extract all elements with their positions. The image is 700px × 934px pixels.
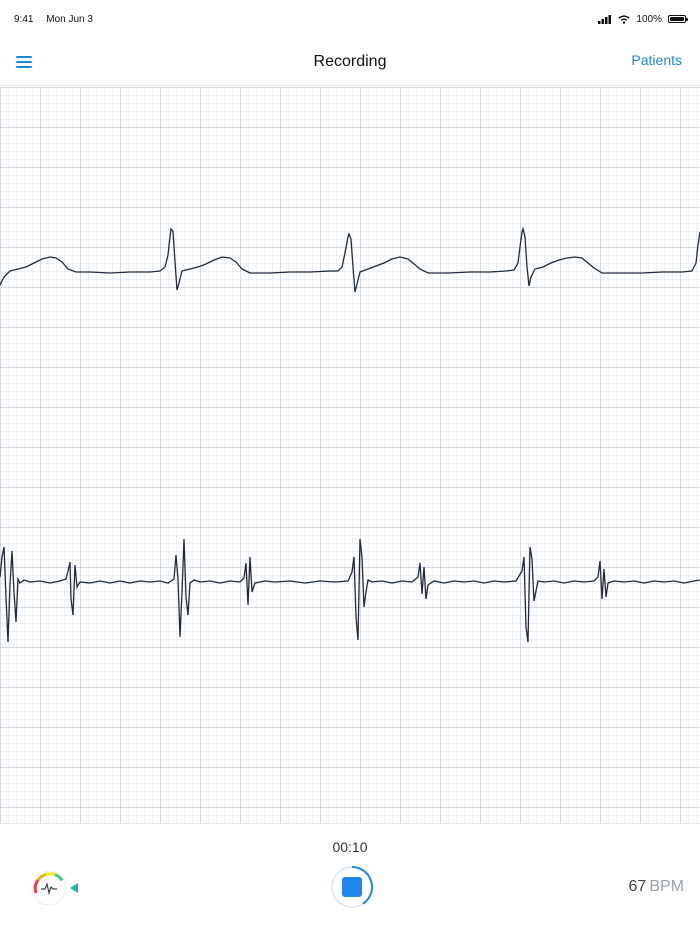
ecg-traces: [0, 226, 700, 643]
ecg-lead-2-trace: [0, 538, 700, 643]
wifi-icon: [618, 14, 630, 24]
navigation-bar: Recording Patients: [0, 38, 700, 86]
ecg-chart-area: [0, 87, 700, 824]
battery-icon: [668, 15, 688, 23]
status-right: 100%: [598, 13, 688, 25]
recording-controls: 00:10 67 BPM: [0, 825, 700, 934]
signal-quality-gauge-icon[interactable]: [30, 869, 84, 905]
hamburger-menu-icon[interactable]: [16, 52, 32, 72]
status-date: Mon Jun 3: [46, 13, 93, 25]
ecg-lead-1-trace: [0, 226, 700, 293]
patients-button[interactable]: Patients: [631, 52, 682, 68]
cellular-signal-icon: [598, 14, 612, 24]
heart-rate-value: 67: [628, 878, 647, 895]
heart-rate-unit: BPM: [649, 878, 684, 895]
status-time: 9:41: [14, 13, 34, 25]
heart-rate-readout: 67 BPM: [629, 878, 684, 896]
page-title: Recording: [313, 52, 387, 70]
stop-recording-button[interactable]: [330, 865, 374, 909]
status-bar: 9:41 Mon Jun 3 100%: [0, 0, 700, 38]
battery-percent: 100%: [636, 13, 662, 25]
elapsed-timer: 00:10: [332, 839, 368, 855]
stop-icon: [342, 877, 362, 897]
status-left: 9:41 Mon Jun 3: [14, 14, 103, 25]
